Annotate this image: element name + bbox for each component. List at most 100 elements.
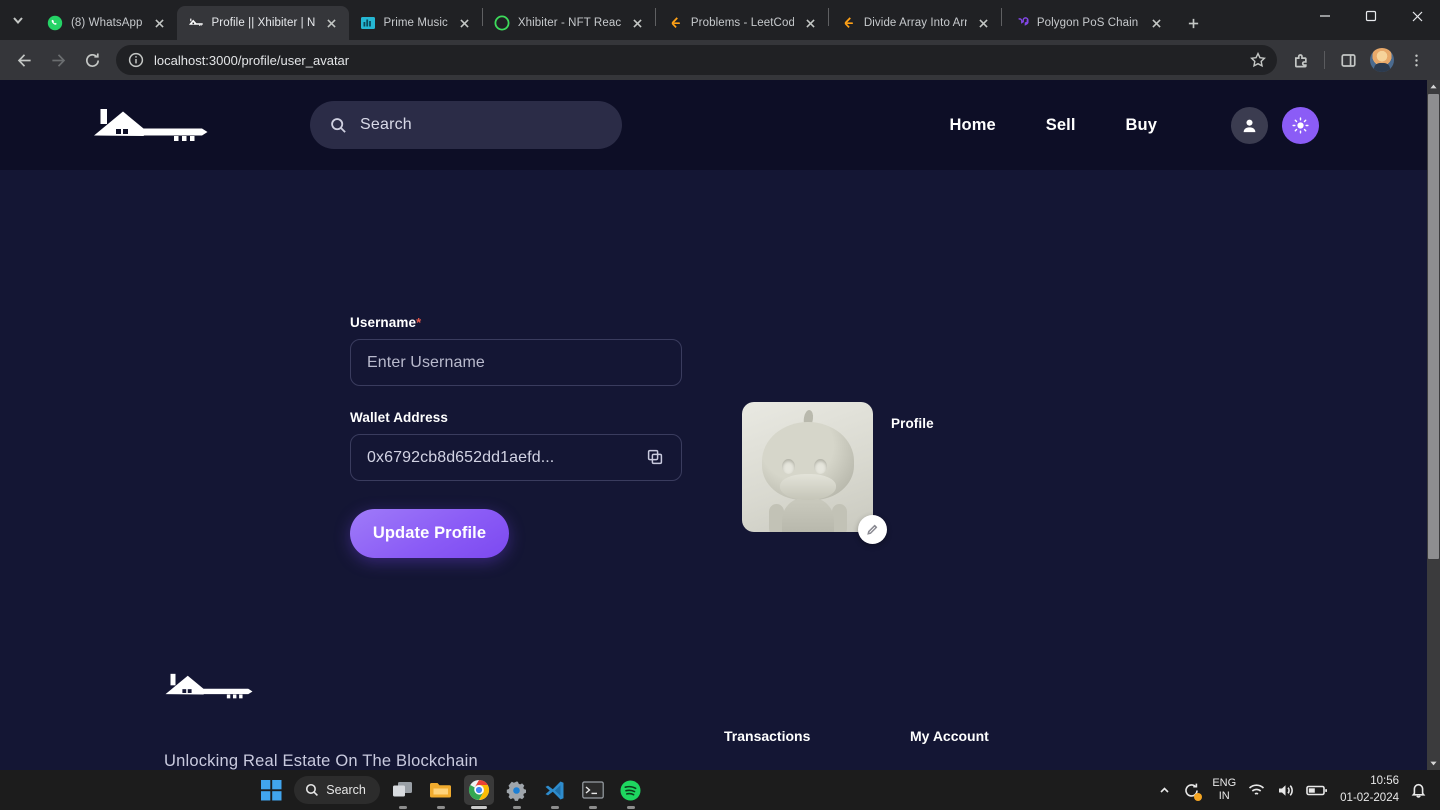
update-profile-button[interactable]: Update Profile xyxy=(350,509,509,558)
minimize-icon[interactable] xyxy=(1302,0,1348,32)
search-input[interactable]: Search xyxy=(310,101,622,149)
tab-title: Profile || Xhibiter | NF xyxy=(211,17,315,29)
terminal-icon[interactable] xyxy=(578,775,608,809)
user-account-button[interactable] xyxy=(1231,106,1268,144)
region-code: IN xyxy=(1218,790,1230,802)
browser-tab[interactable]: Xhibiter - NFT React xyxy=(483,6,655,40)
page-scrollbar[interactable] xyxy=(1427,80,1440,770)
sync-update-icon[interactable] xyxy=(1183,782,1203,801)
xhibiter-profile-page: Search Home Sell Buy Username* Enter Use… xyxy=(0,80,1427,770)
file-explorer-icon[interactable] xyxy=(426,775,456,809)
vs-code-icon[interactable] xyxy=(540,775,570,809)
maximize-icon[interactable] xyxy=(1348,0,1394,32)
scroll-up-arrow-icon[interactable] xyxy=(1427,80,1440,93)
tab-title: Divide Array Into Arr xyxy=(863,17,967,29)
bell-icon[interactable] xyxy=(1411,782,1426,798)
site-footer: Unlocking Real Estate On The Blockchain … xyxy=(0,670,1427,770)
app-running-indicator xyxy=(626,806,635,809)
wallet-address-label: Wallet Address xyxy=(350,410,448,425)
header-actions xyxy=(1231,106,1319,144)
tab-search-chevron-icon[interactable] xyxy=(0,0,36,40)
profile-form: Username* Enter Username Wallet Address … xyxy=(350,315,684,558)
taskbar-apps: Search xyxy=(256,775,646,809)
required-asterisk: * xyxy=(416,315,422,330)
footer-column-my-account: My Account Profile Edit Profile SignOut xyxy=(910,728,989,770)
tab-title: Polygon PoS Chain T xyxy=(1036,17,1140,29)
new-tab-button[interactable] xyxy=(1180,9,1208,37)
browser-tabstrip: (8) WhatsApp Profile || Xhibiter | NF Pr… xyxy=(0,0,1440,40)
nav-item-home[interactable]: Home xyxy=(950,116,996,135)
tab-title: Problems - LeetCode xyxy=(690,17,794,29)
browser-tab[interactable]: Prime Music xyxy=(349,6,482,40)
xhibiter-house-key-logo[interactable] xyxy=(92,104,212,146)
url-text: localhost:3000/profile/user_avatar xyxy=(154,52,350,68)
clock-time: 10:56 xyxy=(1370,775,1399,788)
app-running-indicator xyxy=(436,806,445,809)
chevron-up-icon[interactable] xyxy=(1158,784,1171,797)
xhibiter-house-key-logo[interactable] xyxy=(164,670,256,704)
bookmark-star-icon[interactable] xyxy=(1245,47,1271,73)
reload-icon[interactable] xyxy=(76,44,108,76)
edit-avatar-button[interactable] xyxy=(858,515,887,544)
app-running-indicator xyxy=(588,806,597,809)
prime-music-icon xyxy=(360,15,376,31)
close-icon[interactable] xyxy=(629,14,647,32)
start-icon[interactable] xyxy=(256,775,286,805)
nav-item-sell[interactable]: Sell xyxy=(1046,116,1076,135)
browser-tab[interactable]: (8) WhatsApp xyxy=(36,6,177,40)
username-input[interactable]: Enter Username xyxy=(350,339,682,386)
close-icon[interactable] xyxy=(975,14,993,32)
close-icon[interactable] xyxy=(802,14,820,32)
back-icon[interactable] xyxy=(8,44,40,76)
avatar-caption: Profile xyxy=(891,416,934,431)
volume-icon[interactable] xyxy=(1277,783,1294,798)
sun-icon xyxy=(1292,116,1309,134)
wifi-icon[interactable] xyxy=(1248,783,1265,798)
toolbar-divider xyxy=(1324,51,1325,69)
spotify-icon[interactable] xyxy=(616,775,646,809)
side-panel-icon[interactable] xyxy=(1332,44,1364,76)
nav-item-buy[interactable]: Buy xyxy=(1126,116,1157,135)
close-icon[interactable] xyxy=(323,14,341,32)
site-header: Search Home Sell Buy xyxy=(0,80,1427,170)
search-icon xyxy=(306,783,319,796)
wallet-address-input[interactable]: 0x6792cb8d652dd1aefd... xyxy=(350,434,682,481)
close-icon[interactable] xyxy=(1148,14,1166,32)
scrollbar-thumb[interactable] xyxy=(1428,94,1439,559)
browser-tab-active[interactable]: Profile || Xhibiter | NF xyxy=(176,6,349,40)
tab-title: Xhibiter - NFT React xyxy=(517,17,621,29)
browser-tab[interactable]: Polygon PoS Chain T xyxy=(1002,6,1174,40)
scroll-down-arrow-icon[interactable] xyxy=(1427,757,1440,770)
app-running-indicator xyxy=(512,806,521,809)
language-code: ENG xyxy=(1212,777,1237,790)
copy-icon[interactable] xyxy=(647,449,665,467)
search-placeholder: Search xyxy=(360,116,412,133)
profile-main: Username* Enter Username Wallet Address … xyxy=(0,170,1427,558)
browser-tab[interactable]: Problems - LeetCode xyxy=(656,6,828,40)
site-info-icon[interactable] xyxy=(128,52,144,68)
profile-avatar[interactable] xyxy=(1370,48,1394,72)
username-label-text: Username xyxy=(350,315,417,330)
forward-icon[interactable] xyxy=(42,44,74,76)
theme-toggle-button[interactable] xyxy=(1282,106,1319,144)
taskbar-search-button[interactable]: Search xyxy=(294,776,380,804)
task-view-icon[interactable] xyxy=(388,775,418,809)
more-menu-icon[interactable] xyxy=(1400,44,1432,76)
update-badge xyxy=(1194,792,1203,801)
close-icon[interactable] xyxy=(456,14,474,32)
browser-tab[interactable]: Divide Array Into Arr xyxy=(829,6,1001,40)
window-controls xyxy=(1302,0,1440,40)
close-icon[interactable] xyxy=(1394,0,1440,32)
whatsapp-icon xyxy=(47,15,63,31)
clock[interactable]: 10:56 01-02-2024 xyxy=(1340,773,1399,806)
close-icon[interactable] xyxy=(151,14,169,32)
address-bar[interactable]: localhost:3000/profile/user_avatar xyxy=(116,45,1277,75)
duck-character-avatar[interactable] xyxy=(742,402,887,544)
language-indicator[interactable]: ENG IN xyxy=(1212,777,1236,802)
footer-heading: Transactions xyxy=(724,728,811,744)
battery-icon[interactable] xyxy=(1306,784,1328,797)
app-running-indicator xyxy=(550,806,559,809)
extensions-icon[interactable] xyxy=(1285,44,1317,76)
google-chrome-icon[interactable] xyxy=(463,775,494,809)
settings-gear-icon[interactable] xyxy=(502,775,532,809)
